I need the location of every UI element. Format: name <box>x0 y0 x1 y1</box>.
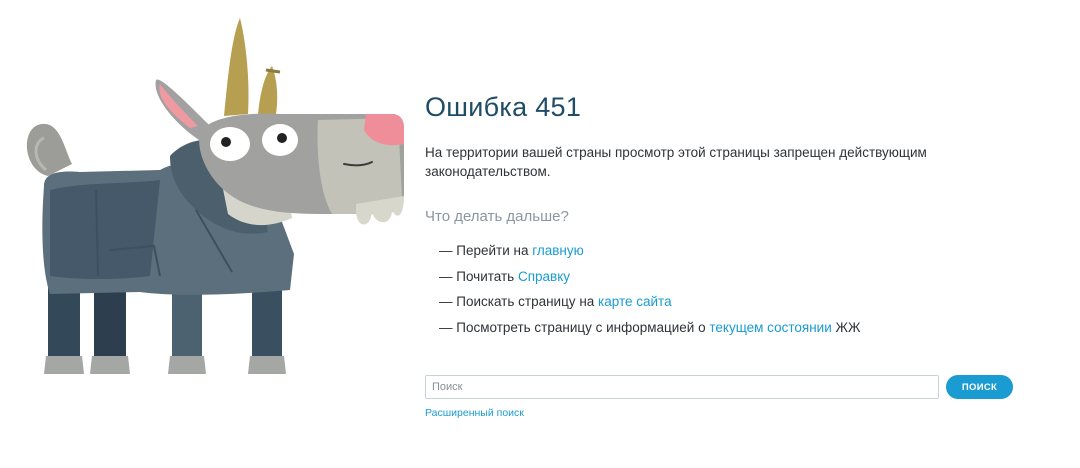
home-link[interactable]: главную <box>532 243 584 258</box>
list-item: — Посмотреть страницу с информацией о те… <box>439 315 1045 341</box>
search-input[interactable] <box>425 375 939 399</box>
next-steps-heading: Что делать дальше? <box>425 208 569 225</box>
list-item: — Почитать Справку <box>439 264 1045 290</box>
list-item-text: — Почитать <box>439 268 518 284</box>
advanced-search-link[interactable]: Расширенный поиск <box>425 407 524 419</box>
sitemap-link[interactable]: карте сайта <box>598 294 672 309</box>
help-link[interactable]: Справку <box>518 269 570 284</box>
list-item-text: — Посмотреть страницу с информацией о <box>439 319 710 335</box>
list-item-suffix: ЖЖ <box>831 319 861 335</box>
goat-mascot-illustration <box>26 18 404 374</box>
list-item: — Перейти на главную <box>439 238 1045 264</box>
search-bar: ПОИСК <box>425 375 1025 400</box>
list-item: — Поискать страницу на карте сайта <box>439 289 1045 315</box>
page-title: Ошибка 451 <box>425 92 582 122</box>
list-item-text: — Поискать страницу на <box>439 294 599 309</box>
next-steps-list: — Перейти на главную — Почитать Справку … <box>439 238 1045 340</box>
error-content: Ошибка 451 На территории вашей страны пр… <box>425 90 1045 340</box>
search-button[interactable]: ПОИСК <box>946 375 1013 399</box>
status-link[interactable]: текущем состоянии <box>709 320 831 335</box>
error-page: Ошибка 451 На территории вашей страны пр… <box>0 0 1080 468</box>
error-description: На территории вашей страны просмотр этой… <box>425 145 927 179</box>
list-item-text: — Перейти на <box>439 243 533 258</box>
